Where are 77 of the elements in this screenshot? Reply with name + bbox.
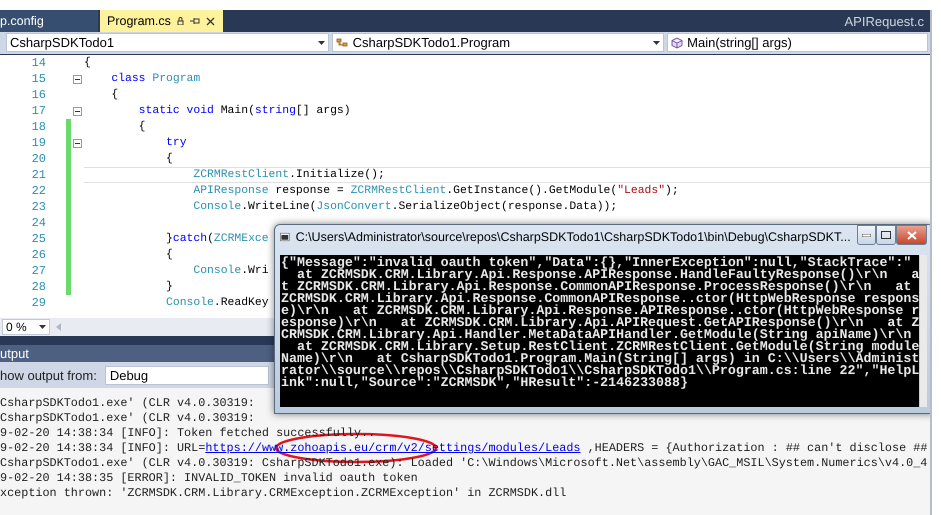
close-button[interactable] bbox=[896, 225, 927, 245]
collapse-icon bbox=[73, 138, 82, 148]
console-line: rator\\source\\repos\\CsharpSDKTodo1\\CsharpSDKTodo1\\Program.cs:line 22","HelpL bbox=[281, 365, 920, 377]
code-line: Console.ReadKey bbox=[165, 296, 269, 310]
console-line: esponse)\r\n at ZCRMSDK.CRM.Library.Api.APIRequest.GetAPIResponse()\r\n at Z bbox=[281, 317, 920, 329]
console-line: at ZCRMSDK.CRM.Library.Api.Response.APIResponse.HandleFaultyResponse()\r\n a bbox=[296, 269, 920, 281]
console-line: t ZCRMSDK.CRM.Library.Api.Response.CommonAPIResponse.ProcessResponse()\r\n at bbox=[281, 281, 912, 293]
console-line: Name)\r\n at CsharpSDKTodo1.Program.Main(String[] args) in C:\\Users\\Administ bbox=[281, 353, 920, 365]
line-number: 26 bbox=[30, 248, 46, 262]
line-number: 27 bbox=[30, 264, 46, 278]
output-source-dropdown[interactable]: Debug bbox=[104, 366, 269, 384]
caret-icon bbox=[318, 40, 325, 44]
zoom-dropdown[interactable]: 0 % bbox=[2, 319, 50, 335]
scrollbar[interactable] bbox=[919, 255, 927, 407]
line-number: 16 bbox=[30, 88, 46, 102]
caret-icon bbox=[653, 40, 660, 44]
console-line: ink":null,"Source":"ZCRMSDK","HResult":-2146233088} bbox=[281, 377, 688, 389]
line-number: 25 bbox=[30, 232, 46, 246]
line-number: 21 bbox=[30, 168, 46, 182]
cube-icon bbox=[671, 36, 684, 48]
console-line: CRMSDK.CRM.Library.Api.Handler.MetaDataAPIHandler.GetModule(String apiName)\r\n bbox=[281, 329, 912, 341]
output-line: xception thrown: 'ZCRMSDK.CRM.Library.CRMException.ZCRMException' in ZCRMSDK.dll bbox=[0, 486, 568, 501]
code-line: { bbox=[165, 248, 173, 262]
close-icon bbox=[906, 230, 917, 240]
type-dropdown[interactable]: CsharpSDKTodo1.Program bbox=[332, 33, 664, 52]
caret-icon bbox=[39, 325, 46, 329]
console-icon bbox=[280, 231, 290, 243]
code-line: { bbox=[110, 88, 118, 102]
code-line: { bbox=[138, 120, 146, 134]
file-tab[interactable]: p.config bbox=[0, 10, 98, 32]
code-line: APIResponse response = ZCRMRestClient.GetInstance().GetModule("Leads"); bbox=[192, 184, 679, 198]
member-dropdown[interactable]: Main(string[] args) bbox=[667, 33, 928, 52]
line-number: 15 bbox=[30, 72, 46, 86]
code-line: ZCRMRestClient.Initialize(); bbox=[192, 168, 385, 182]
minimize-button[interactable] bbox=[856, 225, 876, 245]
file-tab[interactable]: Program.cs bbox=[100, 10, 223, 32]
output-line: CsharpSDKTodo1.exe' (CLR v4.0.30319: bbox=[0, 396, 256, 411]
scroll-left-icon bbox=[56, 323, 61, 331]
line-number: 20 bbox=[30, 152, 46, 166]
code-line: }catch(ZCRMExce bbox=[165, 232, 269, 246]
output-line: CsharpSDKTodo1.exe' (CLR v4.0.30319: bbox=[0, 411, 256, 426]
class-icon bbox=[336, 37, 349, 48]
output-line: 9-02-20 14:38:35 [ERROR]: INVALID_TOKEN invalid oauth token bbox=[0, 471, 419, 486]
code-line: try bbox=[165, 136, 187, 150]
code-line: Console.WriteLine(JsonConvert.SerializeObject(response.Data)); bbox=[192, 200, 618, 214]
project-dropdown[interactable]: CsharpSDKTodo1 bbox=[6, 33, 329, 52]
line-number: 22 bbox=[30, 184, 46, 198]
maximize-icon bbox=[881, 231, 892, 239]
line-number: 18 bbox=[30, 120, 46, 134]
file-tab[interactable]: APIRequest.c bbox=[844, 14, 930, 28]
collapse-icon bbox=[73, 106, 82, 116]
console-line: {"Message":"invalid oauth token","Data":{},"InnerException":null,"StackTrace":" bbox=[281, 257, 912, 269]
line-number: 24 bbox=[30, 216, 46, 230]
line-number: 17 bbox=[30, 104, 46, 118]
code-line: static void Main(string[] args) bbox=[138, 104, 351, 118]
close-icon bbox=[206, 16, 215, 26]
minimize-icon bbox=[862, 234, 872, 236]
lock-icon bbox=[176, 17, 184, 25]
code-line: Console.Wri bbox=[192, 264, 269, 278]
pin-icon bbox=[190, 17, 200, 25]
code-line: { bbox=[84, 56, 91, 70]
console-title: C:\Users\Administrator\source\repos\CsharpSDKTodo1\CsharpSDKTodo1\bin\Debug\CsharpSDKT... bbox=[296, 230, 851, 244]
code-line: } bbox=[165, 280, 173, 294]
line-number: 28 bbox=[30, 280, 46, 294]
line-number: 23 bbox=[30, 200, 46, 214]
code-line: class Program bbox=[110, 72, 200, 86]
line-number: 19 bbox=[30, 136, 46, 150]
console-line: at ZCRMSDK.CRM.Library.Setup.RestClient.ZCRMRestClient.GetModule(String module bbox=[296, 341, 920, 353]
code-line: { bbox=[165, 152, 173, 166]
console-line: e)\r\n at ZCRMSDK.CRM.Library.Api.Response.APIResponse..ctor(HttpWebResponse r bbox=[281, 305, 920, 317]
console-line: ZCRMSDK.CRM.Library.Api.Response.CommonAPIResponse..ctor(HttpWebResponse respons bbox=[281, 293, 920, 305]
line-number: 29 bbox=[30, 296, 46, 310]
line-number: 14 bbox=[30, 56, 46, 70]
output-source-label: how output from: bbox=[0, 368, 97, 382]
panel-title: utput bbox=[0, 346, 29, 361]
collapse-icon bbox=[73, 74, 82, 84]
maximize-button[interactable] bbox=[876, 225, 896, 245]
